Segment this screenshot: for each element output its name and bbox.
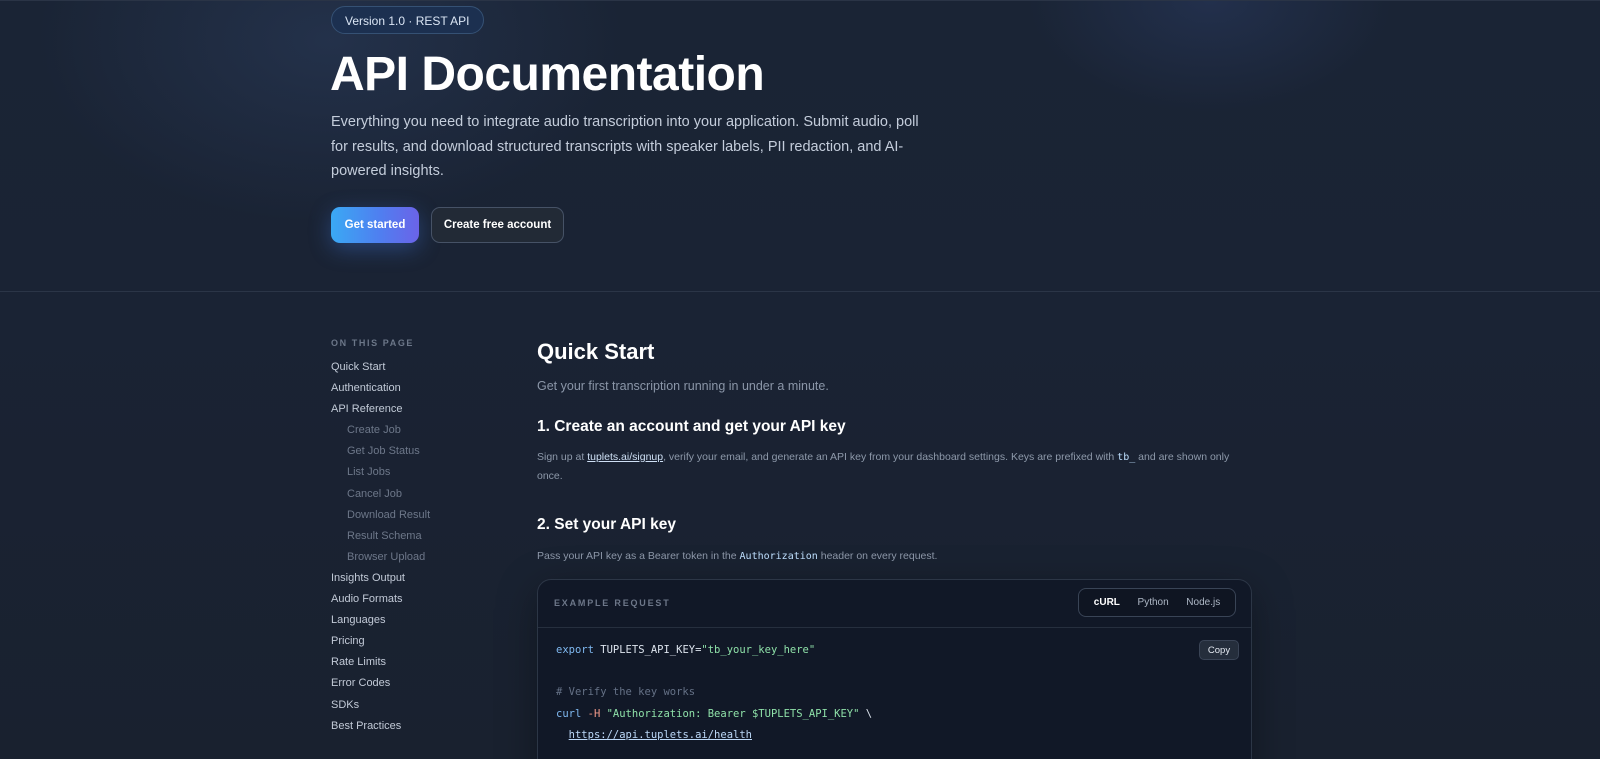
toc-item-authentication[interactable]: Authentication xyxy=(331,378,491,399)
tab-curl[interactable]: cURL xyxy=(1094,597,1120,608)
toc-item-rate-limits[interactable]: Rate Limits xyxy=(331,652,491,673)
hero-description: Everything you need to integrate audio t… xyxy=(331,114,919,179)
step-1-text-start: Sign up at xyxy=(537,451,588,463)
step-1-title: 1. Create an account and get your API ke… xyxy=(537,418,846,435)
code-comment: # Verify the key works xyxy=(556,686,696,699)
get-started-button[interactable]: Get started xyxy=(331,207,419,243)
toc-item-sdks[interactable]: SDKs xyxy=(331,695,491,716)
code-example-card: EXAMPLE REQUEST cURL Python Node.js Copy… xyxy=(537,579,1252,759)
top-divider xyxy=(0,0,1600,1)
toc-item-browser-upload[interactable]: Browser Upload xyxy=(331,547,491,568)
toc-item-pricing[interactable]: Pricing xyxy=(331,631,491,652)
toc-item-languages[interactable]: Languages xyxy=(331,610,491,631)
code-curl-header: "Authorization: Bearer $TUPLETS_API_KEY" xyxy=(600,707,860,720)
toc-item-cancel-job[interactable]: Cancel Job xyxy=(331,484,491,505)
toc-item-api-reference[interactable]: API Reference xyxy=(331,399,491,420)
code-example-label: EXAMPLE REQUEST xyxy=(554,598,671,608)
toc-list: Quick Start Authentication API Reference… xyxy=(331,357,491,737)
step-2-text-start: Pass your API key as a Bearer token in t… xyxy=(537,550,740,562)
section-title: Quick Start xyxy=(537,339,655,364)
step-2-text: Pass your API key as a Bearer token in t… xyxy=(537,547,937,566)
code-health-url[interactable]: https://api.tuplets.ai/health xyxy=(569,729,752,741)
toc-item-get-job-status[interactable]: Get Job Status xyxy=(331,441,491,462)
toc-item-quick-start[interactable]: Quick Start xyxy=(331,357,491,378)
toc-heading: ON THIS PAGE xyxy=(331,338,415,348)
version-badge: Version 1.0 · REST API xyxy=(331,6,484,34)
key-prefix-code: tb_ xyxy=(1117,452,1136,463)
toc-item-result-schema[interactable]: Result Schema xyxy=(331,526,491,547)
code-curl-command: curl xyxy=(556,707,582,720)
create-account-button[interactable]: Create free account xyxy=(431,207,564,243)
toc-item-list-jobs[interactable]: List Jobs xyxy=(331,462,491,483)
code-example-header: EXAMPLE REQUEST cURL Python Node.js xyxy=(538,580,1251,628)
tab-nodejs[interactable]: Node.js xyxy=(1186,597,1220,608)
table-of-contents: ON THIS PAGE Quick Start Authentication … xyxy=(331,337,491,737)
toc-item-insights-output[interactable]: Insights Output xyxy=(331,568,491,589)
toc-item-create-job[interactable]: Create Job xyxy=(331,420,491,441)
step-1-text: Sign up at tuplets.ai/signup, verify you… xyxy=(537,448,1250,485)
step-2-title: 2. Set your API key xyxy=(537,516,676,533)
code-env-var: TUPLETS_API_KEY= xyxy=(593,644,702,656)
step-1-text-middle: , verify your email, and generate an API… xyxy=(663,451,1118,463)
code-export-keyword: export xyxy=(556,644,594,656)
toc-item-audio-formats[interactable]: Audio Formats xyxy=(331,589,491,610)
toc-item-best-practices[interactable]: Best Practices xyxy=(331,716,491,737)
hero-section: Version 1.0 · REST API API Documentation… xyxy=(0,0,1600,292)
language-tabs: cURL Python Node.js xyxy=(1078,588,1236,617)
toc-item-error-codes[interactable]: Error Codes xyxy=(331,673,491,694)
step-2-text-end: header on every request. xyxy=(817,550,938,562)
toc-item-download-result[interactable]: Download Result xyxy=(331,505,491,526)
section-subtitle: Get your first transcription running in … xyxy=(537,379,829,393)
copy-button[interactable]: Copy xyxy=(1199,640,1239,660)
authorization-code: Authorization xyxy=(739,551,818,562)
code-curl-flag: -H xyxy=(581,707,601,720)
code-line-continuation: \ xyxy=(859,707,873,720)
code-block: export TUPLETS_API_KEY="tb_your_key_here… xyxy=(556,640,872,746)
signup-link[interactable]: tuplets.ai/signup xyxy=(587,451,663,463)
code-env-value: "tb_your_key_here" xyxy=(701,644,816,656)
page-title: API Documentation xyxy=(330,48,765,101)
tab-python[interactable]: Python xyxy=(1138,597,1169,608)
